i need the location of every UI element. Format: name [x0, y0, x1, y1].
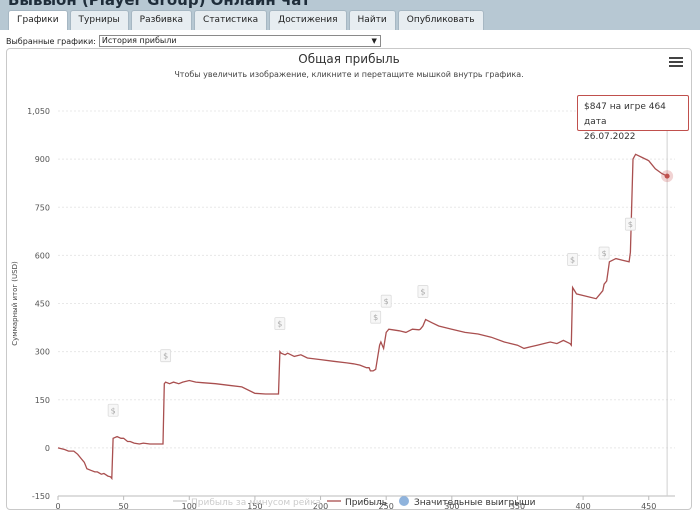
tooltip-line-1: $847 на игре 464 дата [584, 102, 666, 127]
x-tick-label: 400 [575, 502, 590, 509]
y-tick-label: 150 [35, 396, 50, 405]
tab-find[interactable]: Найти [348, 10, 396, 30]
chart-selector-label: Выбранные графики: [6, 36, 96, 46]
tab-publish[interactable]: Опубликовать [397, 10, 484, 30]
dollar-icon: $ [277, 320, 282, 329]
y-tick-label: 1,050 [27, 107, 50, 116]
chart-selector-row: Выбранные графики: История прибыли ▼ [6, 35, 381, 47]
chart-tooltip: $847 на игре 464 дата 26.07.2022 [577, 95, 689, 142]
tab-bar: Графики Турниры Разбивка Статистика Дост… [8, 10, 484, 31]
window-title: Бывыон (Player Group) Онлайн чат [8, 0, 311, 9]
dollar-icon: $ [111, 406, 116, 415]
y-tick-label: 450 [35, 300, 50, 309]
dollar-icon: $ [628, 220, 633, 229]
x-tick-label: 50 [119, 502, 129, 509]
x-tick-label: 0 [55, 502, 60, 509]
chart-title: Общая прибыль [298, 52, 399, 66]
y-tick-label: -150 [32, 492, 50, 501]
chart-selector-dropdown[interactable]: История прибыли ▼ [98, 35, 381, 47]
chart-subtitle: Чтобы увеличить изображение, кликните и … [174, 70, 523, 79]
y-tick-label: 750 [35, 203, 50, 212]
window-title-bar: Бывыон (Player Group) Онлайн чат [0, 0, 700, 10]
tab-tournaments[interactable]: Турниры [69, 10, 129, 30]
tab-graphs[interactable]: Графики [8, 10, 68, 31]
chart-container[interactable]: Общая прибыль Чтобы увеличить изображение… [6, 48, 692, 510]
dollar-icon: $ [570, 255, 575, 264]
y-tick-label: 300 [35, 348, 50, 357]
dollar-icon: $ [420, 288, 425, 297]
y-tick-label: 0 [45, 444, 50, 453]
x-tick-label: 450 [641, 502, 656, 509]
y-tick-label: 600 [35, 251, 50, 260]
tab-breakdown[interactable]: Разбивка [130, 10, 193, 30]
hamburger-menu-icon[interactable] [669, 55, 683, 67]
tooltip-line-2: 26.07.2022 [584, 132, 636, 142]
tab-statistics[interactable]: Статистика [194, 10, 268, 30]
legend-wins-symbol [399, 496, 409, 506]
y-axis-label: Суммарный итог (USD) [11, 261, 19, 346]
legend-rake-label: Прибыль за минусом рейка [191, 498, 321, 508]
dollar-icon: $ [373, 313, 378, 322]
dollar-icon: $ [602, 249, 607, 258]
dollar-icon: $ [163, 352, 168, 361]
profit-series-line [57, 153, 668, 481]
tab-achievements[interactable]: Достижения [269, 10, 347, 30]
legend-wins-label: Значительные выигрыши [414, 498, 536, 508]
chevron-down-icon: ▼ [371, 37, 377, 45]
content-panel: Выбранные графики: История прибыли ▼ Общ… [0, 30, 700, 518]
legend-profit-label: Прибыль [345, 498, 387, 508]
chart-selector-value: История прибыли [101, 36, 177, 45]
dollar-icon: $ [384, 297, 389, 306]
hover-point [664, 173, 670, 179]
y-tick-label: 900 [35, 155, 50, 164]
